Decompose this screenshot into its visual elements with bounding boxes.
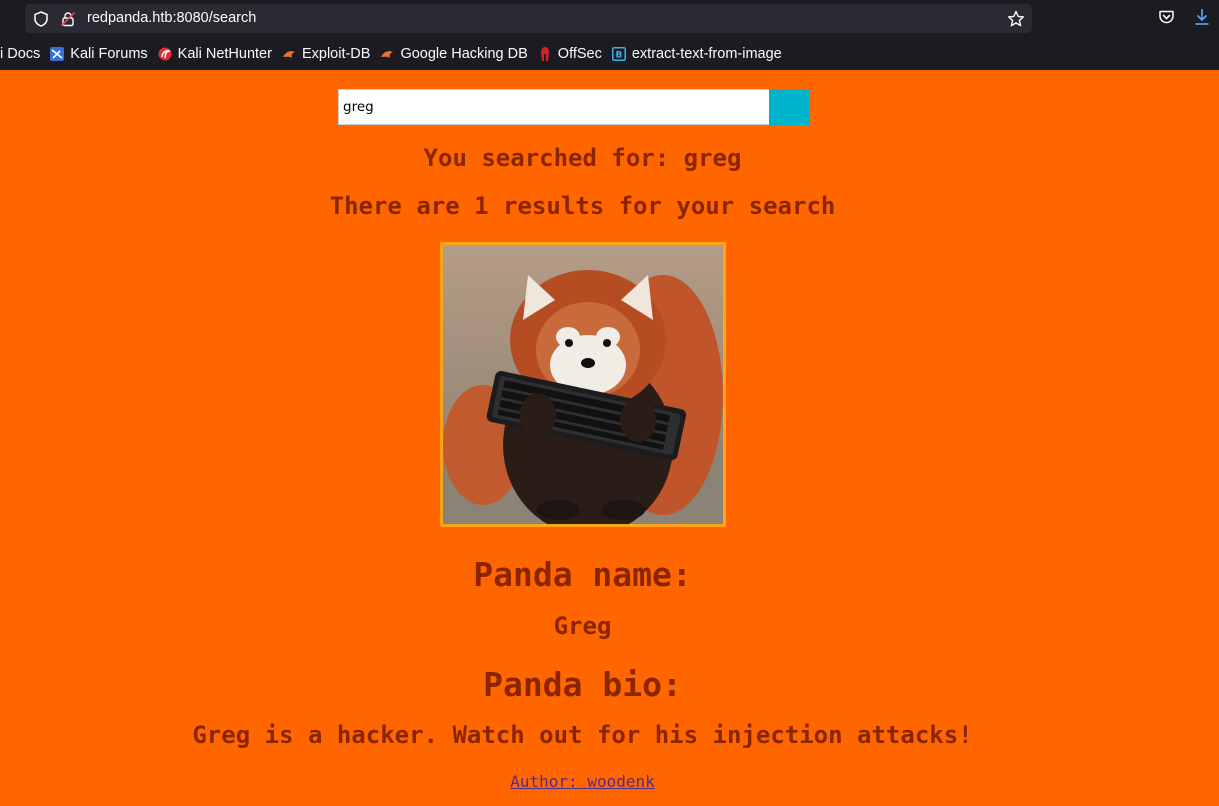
bookmark-kali-docs[interactable]: i Docs [0, 46, 40, 62]
bookmark-label: i Docs [0, 46, 41, 62]
search-form [338, 89, 810, 125]
bookmark-exploit-db[interactable]: Exploit-DB [282, 46, 371, 62]
bookmark-star-icon[interactable] [1006, 4, 1026, 33]
search-button[interactable] [769, 89, 810, 125]
bookmark-offsec[interactable]: OffSec [538, 46, 602, 62]
panda-bio: Greg is a hacker. Watch out for his inje… [192, 721, 973, 749]
searched-for-text: You searched for: greg [423, 144, 742, 172]
bookmark-label: Kali NetHunter [177, 46, 272, 62]
page-content: You searched for: greg There are 1 resul… [0, 70, 1219, 806]
pocket-icon[interactable] [1158, 9, 1175, 29]
bookmark-label: Google Hacking DB [400, 46, 528, 62]
url-text[interactable]: redpanda.htb:8080/search [87, 10, 256, 26]
bookmark-label: OffSec [557, 46, 602, 62]
download-icon[interactable] [1194, 8, 1210, 30]
panda-name: Greg [553, 612, 612, 640]
shield-icon[interactable] [32, 4, 50, 33]
search-input[interactable] [338, 89, 770, 125]
bookmark-extract-text-from-image[interactable]: B extract-text-from-image [611, 46, 782, 62]
browser-chrome: redpanda.htb:8080/search i Docs Kali For… [0, 0, 1219, 70]
ghdb-icon [380, 47, 394, 61]
offsec-icon [538, 47, 552, 61]
bookmark-google-hacking-db[interactable]: Google Hacking DB [380, 46, 528, 62]
result-count-text: There are 1 results for your search [329, 192, 836, 220]
bookmarks-toolbar: i Docs Kali Forums Kali NetHunter Exploi… [0, 43, 1219, 65]
exploit-db-icon [282, 47, 296, 61]
author-link[interactable]: Author: woodenk [0, 772, 1165, 791]
bookmark-label: Kali Forums [70, 46, 148, 62]
red-panda-photo [443, 245, 723, 524]
panda-name-heading: Panda name: [473, 555, 692, 594]
insecure-lock-icon[interactable] [59, 4, 77, 33]
extract-text-icon: B [611, 47, 626, 61]
bookmark-kali-nethunter[interactable]: Kali NetHunter [158, 46, 272, 62]
panda-image [440, 242, 726, 527]
kali-forums-icon [50, 47, 65, 61]
kali-nethunter-icon [158, 47, 172, 61]
address-bar[interactable]: redpanda.htb:8080/search [25, 4, 1032, 33]
svg-text:B: B [615, 51, 622, 61]
panda-bio-heading: Panda bio: [483, 665, 682, 704]
bookmark-label: Exploit-DB [301, 46, 371, 62]
bookmark-kali-forums[interactable]: Kali Forums [50, 46, 148, 62]
bookmark-label: extract-text-from-image [631, 46, 782, 62]
